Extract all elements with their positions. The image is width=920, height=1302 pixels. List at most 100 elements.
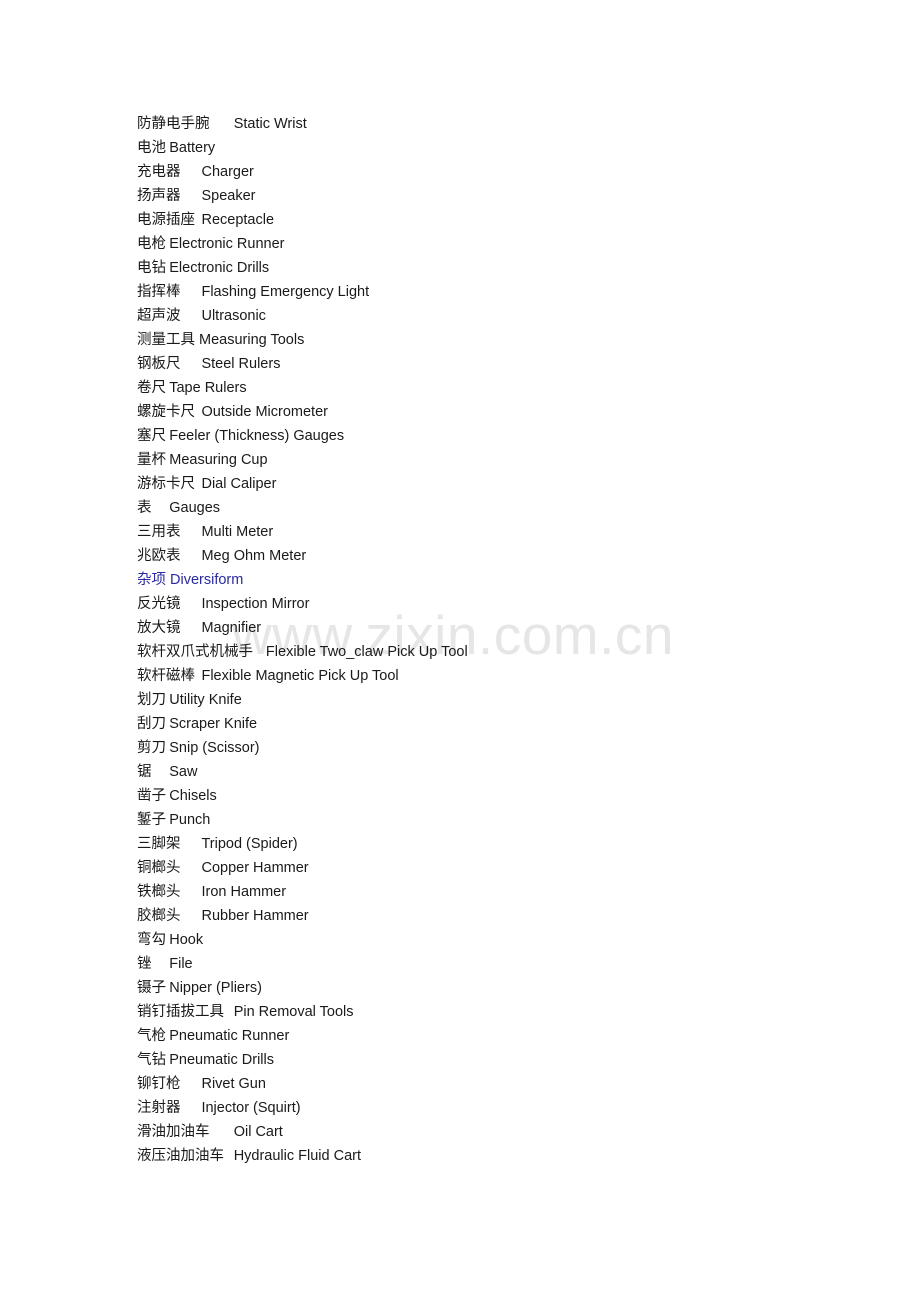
- glossary-entry: 兆欧表 Meg Ohm Meter: [137, 544, 877, 568]
- term-separator: [181, 884, 202, 900]
- term-english: Speaker: [201, 188, 256, 204]
- glossary-entry: 销钉插拔工具 Pin Removal Tools: [137, 1000, 877, 1024]
- term-chinese: 超声波: [137, 308, 181, 324]
- glossary-entry: 游标卡尺 Dial Caliper: [137, 472, 877, 496]
- term-chinese: 弯勾: [137, 932, 166, 948]
- term-english: Outside Micrometer: [201, 404, 328, 420]
- term-english: Ultrasonic: [201, 308, 266, 324]
- term-english: Electronic Drills: [169, 260, 270, 276]
- term-chinese: 电源插座: [137, 212, 195, 228]
- term-separator: [210, 116, 234, 132]
- glossary-entry: 电钻 Electronic Drills: [137, 256, 877, 280]
- term-english: Static Wrist: [233, 116, 307, 132]
- glossary-entry: 液压油加油车 Hydraulic Fluid Cart: [137, 1144, 877, 1168]
- glossary-entry: 量杯 Measuring Cup: [137, 448, 877, 472]
- glossary-entry: 软杆双爪式机械手 Flexible Two_claw Pick Up Tool: [137, 640, 877, 664]
- term-chinese: 表: [137, 500, 152, 516]
- glossary-entry: 表 Gauges: [137, 496, 877, 520]
- term-separator: [152, 956, 170, 972]
- glossary-entry: 铆钉枪 Rivet Gun: [137, 1072, 877, 1096]
- term-english: Hydraulic Fluid Cart: [233, 1148, 362, 1164]
- term-chinese: 凿子: [137, 788, 166, 804]
- term-english: Measuring Cup: [169, 452, 268, 468]
- term-separator: [152, 764, 170, 780]
- glossary-entry: 测量工具 Measuring Tools: [137, 328, 877, 352]
- term-chinese: 游标卡尺: [137, 476, 195, 492]
- term-chinese: 注射器: [137, 1100, 181, 1116]
- term-separator: [181, 908, 202, 924]
- term-chinese: 扬声器: [137, 188, 181, 204]
- term-separator: [224, 1148, 234, 1164]
- term-chinese: 三脚架: [137, 836, 181, 852]
- term-chinese: 胶榔头: [137, 908, 181, 924]
- term-english: Rivet Gun: [201, 1076, 266, 1092]
- glossary-entry: 扬声器 Speaker: [137, 184, 877, 208]
- glossary-entry: 防静电手腕 Static Wrist: [137, 112, 877, 136]
- glossary-entry: 刮刀 Scraper Knife: [137, 712, 877, 736]
- glossary-entry: 剪刀 Snip (Scissor): [137, 736, 877, 760]
- term-chinese: 划刀: [137, 692, 166, 708]
- glossary-entry: 充电器 Charger: [137, 160, 877, 184]
- term-english: Multi Meter: [201, 524, 274, 540]
- term-english: Snip (Scissor): [169, 740, 260, 756]
- term-separator: [181, 860, 202, 876]
- term-separator: [181, 596, 202, 612]
- term-chinese: 剪刀: [137, 740, 166, 756]
- term-chinese: 电枪: [137, 236, 166, 252]
- term-english: Punch: [169, 812, 211, 828]
- term-english: Chisels: [169, 788, 217, 804]
- glossary-entry: 注射器 Injector (Squirt): [137, 1096, 877, 1120]
- term-chinese: 指挥棒: [137, 284, 181, 300]
- term-separator: [253, 644, 266, 660]
- term-separator: [181, 308, 202, 324]
- term-english: Pneumatic Drills: [169, 1052, 274, 1068]
- term-english: Rubber Hammer: [201, 908, 309, 924]
- term-english: Charger: [201, 164, 254, 180]
- term-separator: [181, 836, 202, 852]
- term-english: Saw: [169, 764, 198, 780]
- term-chinese: 刮刀: [137, 716, 166, 732]
- term-english: Utility Knife: [169, 692, 242, 708]
- glossary-entry: 反光镜 Inspection Mirror: [137, 592, 877, 616]
- term-separator: [181, 1100, 202, 1116]
- glossary-entry: 指挥棒 Flashing Emergency Light: [137, 280, 877, 304]
- glossary-entry: 三用表 Multi Meter: [137, 520, 877, 544]
- term-english: Receptacle: [201, 212, 275, 228]
- term-english: Magnifier: [201, 620, 262, 636]
- term-chinese: 螺旋卡尺: [137, 404, 195, 420]
- term-english: Meg Ohm Meter: [201, 548, 307, 564]
- term-english: Electronic Runner: [169, 236, 285, 252]
- term-english: Oil Cart: [233, 1124, 283, 1140]
- glossary-entry: 软杆磁棒 Flexible Magnetic Pick Up Tool: [137, 664, 877, 688]
- term-chinese: 防静电手腕: [137, 116, 210, 132]
- term-english: Dial Caliper: [201, 476, 277, 492]
- term-chinese: 铆钉枪: [137, 1076, 181, 1092]
- term-english: File: [169, 956, 193, 972]
- term-english: Battery: [169, 140, 216, 156]
- term-chinese: 放大镜: [137, 620, 181, 636]
- glossary-entry: 胶榔头 Rubber Hammer: [137, 904, 877, 928]
- term-english: Measuring Tools: [199, 332, 305, 348]
- term-chinese: 软杆双爪式机械手: [137, 644, 253, 660]
- glossary-entry: 放大镜 Magnifier: [137, 616, 877, 640]
- term-separator: [210, 1124, 234, 1140]
- term-chinese: 杂项: [137, 572, 166, 588]
- term-chinese: 气枪: [137, 1028, 166, 1044]
- glossary-list: 防静电手腕 Static Wrist 电池 Battery 充电器 Charger 扬…: [137, 112, 877, 1168]
- term-separator: [181, 164, 202, 180]
- term-english: Iron Hammer: [201, 884, 287, 900]
- term-chinese: 锉: [137, 956, 152, 972]
- term-separator: [181, 188, 202, 204]
- glossary-entry: 电源插座 Receptacle: [137, 208, 877, 232]
- glossary-entry: 三脚架 Tripod (Spider): [137, 832, 877, 856]
- term-chinese: 卷尺: [137, 380, 166, 396]
- term-english: Nipper (Pliers): [169, 980, 262, 996]
- term-chinese: 软杆磁棒: [137, 668, 195, 684]
- term-separator: [224, 1004, 234, 1020]
- term-english: Scraper Knife: [169, 716, 258, 732]
- term-separator: [181, 548, 202, 564]
- term-english: Flexible Magnetic Pick Up Tool: [201, 668, 399, 684]
- term-english: Diversiform: [170, 572, 244, 588]
- glossary-entry: 气钻 Pneumatic Drills: [137, 1048, 877, 1072]
- glossary-entry: 凿子 Chisels: [137, 784, 877, 808]
